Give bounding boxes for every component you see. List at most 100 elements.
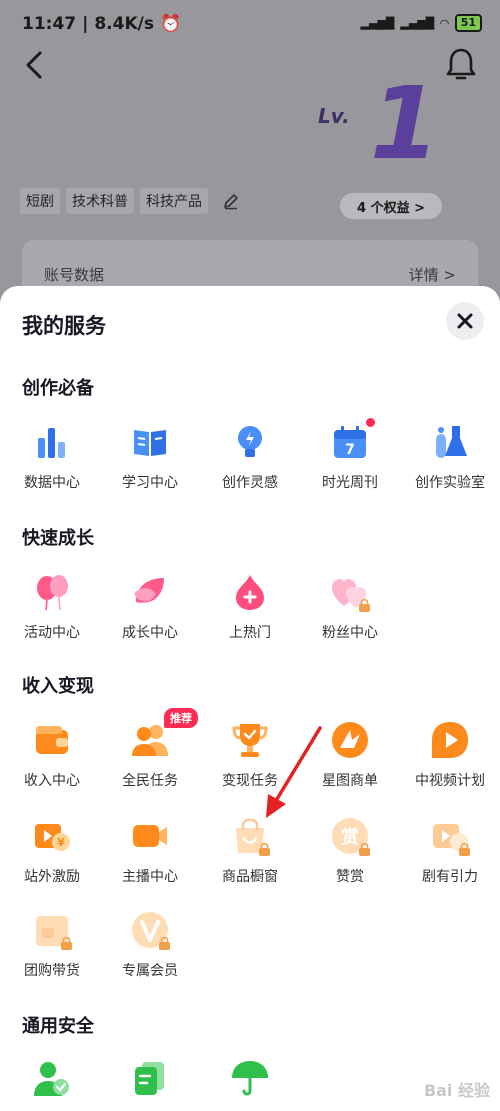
svg-text:赏: 赏 [341,826,359,848]
service-label: 商品橱窗 [222,869,278,885]
annotation-arrow [266,726,322,818]
service-exclusive-member[interactable]: 专属会员 [100,910,200,994]
service-lab[interactable]: 创作实验室 [400,422,500,506]
service-label: 成长中心 [122,625,178,641]
service-label: 赞赏 [336,869,364,885]
service-label: 中视频计划 [415,773,485,789]
level-badge: Lv. 1 [318,74,440,190]
svg-text:7: 7 [345,442,355,458]
service-data-center[interactable]: 数据中心 [2,422,102,506]
service-streamer-center[interactable]: 主播中心 [100,816,200,900]
status-icons: ▂▄▆█ ▂▄▆█ ◠ 51 [361,14,482,32]
watermark: Bai 经验 [423,1081,490,1100]
bar-chart-icon [38,428,65,458]
service-appreciate[interactable]: 赏 赞赏 [300,816,400,900]
lock-icon [459,842,470,856]
service-label: 创作实验室 [415,475,485,491]
service-offsite-incentive[interactable]: ¥ 站外激励 [2,816,102,900]
star-map-icon [332,722,368,758]
service-mid-video[interactable]: 中视频计划 [400,720,500,804]
flask-icon [436,426,467,458]
service-label: 全民任务 [122,773,178,789]
service-growth-center[interactable]: 成长中心 [100,572,200,656]
calendar-icon: 7 [334,426,366,458]
service-cards[interactable] [100,1058,200,1111]
section-title-creation: 创作必备 [22,378,94,399]
service-label: 学习中心 [122,475,178,491]
play-icon [432,722,468,758]
section-title-monetize: 收入变现 [22,676,94,697]
signal-icon-2: ▂▄▆█ [400,16,435,30]
service-label: 站外激励 [24,869,80,885]
close-icon [457,313,473,329]
close-button[interactable] [446,302,484,340]
service-learning-center[interactable]: 学习中心 [100,422,200,506]
network-speed: 8.4K/s [94,14,154,34]
tag[interactable]: 短剧 [20,188,60,214]
battery-icon: 51 [454,14,482,32]
service-product-showcase[interactable]: 商品橱窗 [200,816,300,900]
service-universal-tasks[interactable]: 推荐 全民任务 [100,708,200,804]
lock-icon [61,936,72,950]
notification-dot [366,418,375,427]
lock-icon [359,842,370,856]
umbrella-icon [232,1061,268,1096]
back-arrow-icon[interactable] [20,48,50,82]
services-sheet: 我的服务 创作必备 数据中心 学习中心 创作灵感 7 时光周刊 创作实验室 快速… [0,286,500,1111]
wifi-icon: ◠ [440,16,449,30]
svg-text:¥: ¥ [57,836,65,849]
service-label: 活动中心 [24,625,80,641]
cards-icon [135,1062,164,1095]
tag[interactable]: 技术科普 [66,188,134,214]
section-title-growth: 快速成长 [22,528,94,549]
camera-icon [133,825,167,847]
service-label: 数据中心 [24,475,80,491]
wallet-icon [36,726,68,754]
service-label: 收入中心 [24,773,80,789]
account-detail-link[interactable]: 详情 > [409,264,456,285]
alarm-icon: ⏰ [159,14,182,34]
leaf-icon [134,578,164,603]
service-label: 粉丝中心 [322,625,378,641]
service-fan-center[interactable]: 粉丝中心 [300,572,400,656]
lock-icon [259,842,270,856]
flame-icon [236,575,264,610]
balloon-icon [37,575,68,611]
sheet-title: 我的服务 [22,314,106,338]
recommend-badge: 推荐 [164,708,198,728]
service-label: 创作灵感 [222,475,278,491]
section-title-security: 通用安全 [22,1016,94,1037]
service-group-buy[interactable]: 团购带货 [2,910,102,994]
profile-background: 11:47 | 8.4K/s ⏰ ▂▄▆█ ▂▄▆█ ◠ 51 Lv. 1 短剧… [0,0,500,320]
service-account-security[interactable] [2,1058,102,1111]
service-trending[interactable]: 上热门 [200,572,300,656]
lightbulb-icon [238,426,262,457]
lock-icon [159,936,170,950]
tag-list: 短剧 技术科普 科技产品 [20,188,240,214]
service-protection[interactable] [200,1058,300,1111]
service-inspiration[interactable]: 创作灵感 [200,422,300,506]
edit-pencil-icon[interactable] [222,192,240,210]
signal-icon: ▂▄▆█ [360,16,395,30]
bell-icon[interactable] [444,46,478,82]
level-number: 1 [370,65,440,182]
service-activity-center[interactable]: 活动中心 [2,572,102,656]
service-label: 团购带货 [24,963,80,979]
status-time: 11:47 [22,14,77,34]
level-prefix: Lv. [318,104,350,128]
lock-icon [359,598,370,612]
service-drama-gravity[interactable]: 剧有引力 [400,816,500,900]
perks-button[interactable]: 4 个权益 > [340,193,442,219]
service-label: 时光周刊 [322,475,378,491]
service-label: 上热门 [229,625,271,641]
tag[interactable]: 科技产品 [140,188,208,214]
user-shield-icon [34,1062,69,1096]
service-label: 主播中心 [122,869,178,885]
service-label: 剧有引力 [422,869,478,885]
service-weekly[interactable]: 7 时光周刊 [300,418,400,506]
book-icon [134,430,166,456]
status-bar: 11:47 | 8.4K/s ⏰ [22,14,182,34]
account-data-label: 账号数据 [44,266,105,284]
service-income-center[interactable]: 收入中心 [2,720,102,804]
service-label: 专属会员 [122,963,178,979]
